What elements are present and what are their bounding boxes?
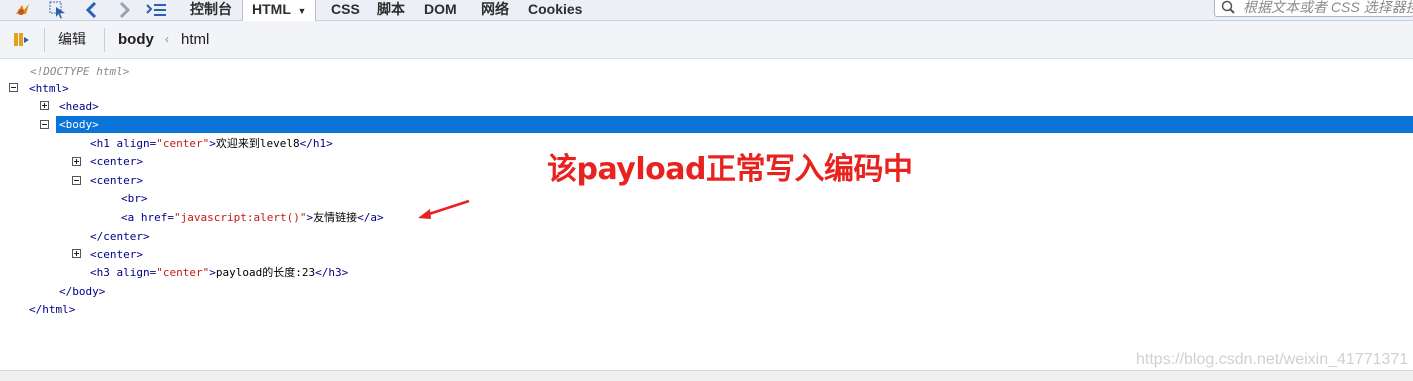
tree-node-center[interactable]: <center> [90,246,143,263]
annotation-text: 该payload正常写入编码中 [547,152,913,187]
breadcrumb-separator-icon: ‹ [165,32,169,46]
tab-console[interactable]: 控制台 [190,0,232,20]
tree-node-center[interactable]: <center> [90,172,143,189]
search-icon [1221,0,1235,16]
toolbar-divider [44,28,45,52]
devtools-toolbar: 控制台 HTML ▼ CSS 脚本 DOM 网络 Cookies 根据文本或者 … [0,0,1413,21]
command-line-icon[interactable] [144,0,170,20]
expand-icon[interactable] [72,157,81,166]
tree-node-center[interactable]: <center> [90,153,143,170]
tree-node-h1[interactable]: <h1 align="center">欢迎来到level8</h1> [90,135,333,152]
break-on-mutate-icon[interactable] [12,30,32,50]
tree-node-center-close: </center> [90,230,150,243]
expand-icon[interactable] [40,101,49,110]
status-bar [0,370,1413,381]
red-arrow-icon [418,199,470,219]
inspect-cursor-icon[interactable] [46,0,70,20]
firebug-icon[interactable] [10,0,36,20]
tab-cookies[interactable]: Cookies [528,0,582,20]
watermark: https://blog.csdn.net/weixin_41771371 [1136,351,1409,368]
tree-node-doctype: <!DOCTYPE html> [30,65,130,78]
tree-node-body-close: </body> [59,285,106,298]
expand-icon[interactable] [72,249,81,258]
tab-dom[interactable]: DOM [424,0,457,20]
tab-network[interactable]: 网络 [481,0,509,20]
collapse-icon[interactable] [72,176,81,185]
collapse-icon[interactable] [9,83,18,92]
tab-html[interactable]: HTML ▼ [242,0,317,21]
breadcrumb-html[interactable]: html [181,21,209,58]
edit-button[interactable]: 编辑 [58,21,86,58]
tab-script[interactable]: 脚本 [377,0,405,20]
html-tree-panel: <!DOCTYPE html> <html> <head> <body> <h1… [0,58,1413,370]
tab-html-label: HTML [252,1,291,17]
forward-arrow-icon[interactable] [114,0,134,20]
search-input[interactable]: 根据文本或者 CSS 选择器搜 [1214,0,1413,17]
tree-node-body-selected[interactable]: <body> [56,116,1413,133]
tree-node-h3[interactable]: <h3 align="center">payload的长度:23</h3> [90,264,348,281]
breadcrumb-bar: 编辑 body ‹ html [0,21,1413,59]
collapse-icon[interactable] [40,120,49,129]
breadcrumb-body[interactable]: body [118,21,154,58]
back-arrow-icon[interactable] [82,0,102,20]
tree-node-a[interactable]: <a href="javascript:alert()">友情链接</a> [121,209,384,226]
tree-node-html[interactable]: <html> [29,80,69,97]
tree-node-html-close: </html> [29,303,76,316]
toolbar-divider [104,28,105,52]
chevron-down-icon[interactable]: ▼ [298,6,307,16]
search-placeholder: 根据文本或者 CSS 选择器搜 [1243,0,1413,15]
tab-css[interactable]: CSS [331,0,360,20]
tree-node-br[interactable]: <br> [121,190,148,207]
tree-node-head[interactable]: <head> [59,98,99,115]
